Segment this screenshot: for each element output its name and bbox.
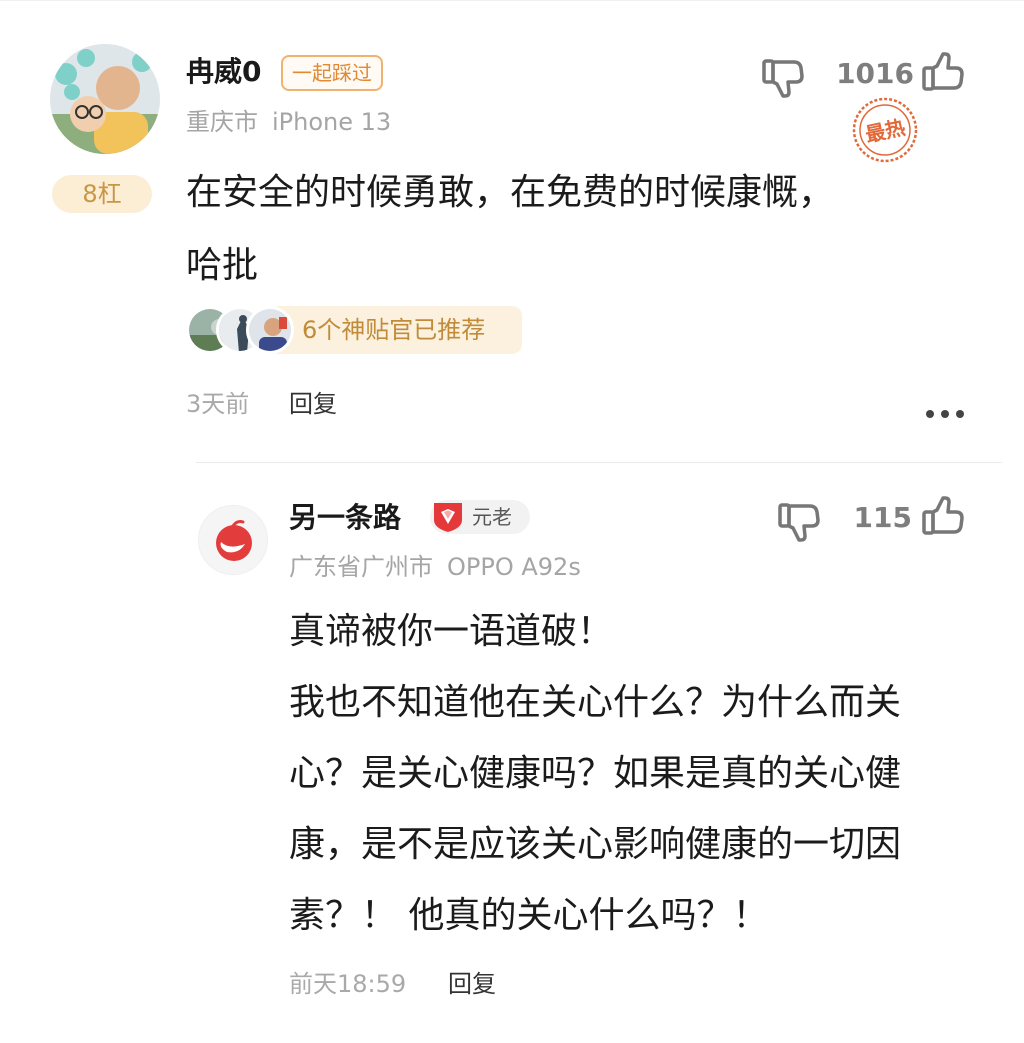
hot-stamp-icon: 最热 (852, 97, 918, 163)
location-text: 重庆市 (186, 108, 258, 136)
like-count: 1016 (836, 57, 914, 90)
content-line: 康，是不是应该关心影响健康的一切因 (289, 824, 902, 865)
thumbs-up-icon (922, 496, 964, 535)
reply-like-button[interactable] (920, 494, 966, 540)
reply-divider (196, 462, 1002, 463)
top-divider (0, 0, 1024, 1)
hot-stamp: 最热 (846, 96, 924, 164)
shield-icon (434, 503, 462, 532)
reply-avatar-logo (199, 506, 267, 574)
content-line: 我也不知道他在关心什么？为什么而关 (289, 682, 902, 723)
recommend-badge[interactable]: 6个神贴官已推荐 (268, 306, 522, 354)
more-dots-icon[interactable] (922, 398, 968, 428)
avatar[interactable] (50, 44, 160, 154)
device-text: iPhone 13 (272, 108, 392, 136)
thumbs-down-icon (762, 59, 804, 98)
reply-time: 前天18:59 (289, 970, 407, 998)
thumbs-down-icon (778, 503, 820, 542)
reply-meta: 广东省广州市 OPPO A92s (289, 550, 581, 584)
reply-reply-button[interactable]: 回复 (448, 966, 496, 1002)
comment-content: 在安全的时候勇敢，在免费的时候康慨， 哈批 (186, 156, 946, 302)
content-line: 在安全的时候勇敢，在免费的时候康慨， (186, 172, 835, 213)
user-meta: 重庆市 iPhone 13 (186, 105, 391, 139)
location-text: 广东省广州市 (289, 553, 433, 581)
username[interactable]: 冉威0 (186, 52, 261, 92)
user-tag: 一起踩过 (281, 55, 383, 91)
comment-time: 3天前 (186, 390, 250, 418)
content-line: 哈批 (186, 245, 259, 286)
reply-button[interactable]: 回复 (289, 386, 337, 422)
reply-avatar[interactable] (198, 505, 268, 575)
dislike-button[interactable] (760, 54, 806, 100)
level-label: 元老 (472, 505, 512, 529)
reply-dislike-button[interactable] (776, 498, 822, 544)
content-line: 心？是关心健康吗？如果是真的关心健 (289, 753, 902, 794)
reply-content: 真谛被你一语道破！ 我也不知道他在关心什么？为什么而关 心？是关心健康吗？如果是… (289, 596, 969, 951)
floor-badge: 8杠 (52, 175, 152, 213)
recommender-avatars[interactable] (186, 306, 298, 354)
reply-like-count: 115 (853, 501, 912, 534)
device-text: OPPO A92s (447, 553, 581, 581)
reply-username[interactable]: 另一条路 (289, 498, 401, 538)
content-line: 真谛被你一语道破！ (289, 611, 614, 652)
content-line: 素？！ 他真的关心什么吗？！ (289, 895, 769, 936)
like-button[interactable] (920, 50, 966, 96)
thumbs-up-icon (922, 52, 964, 91)
avatar-photo (50, 44, 160, 154)
level-badge: 元老 (430, 500, 530, 534)
recommender-avatar (246, 306, 294, 354)
